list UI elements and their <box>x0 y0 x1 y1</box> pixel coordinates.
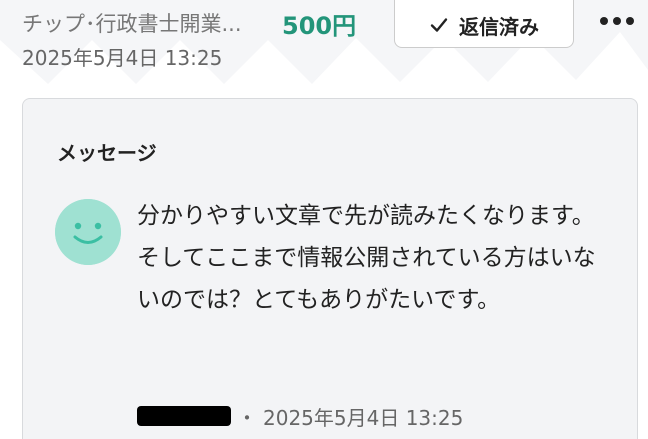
meta-separator: ・ <box>237 405 257 430</box>
message-paragraph: 分かりやすい文章で先が読みたくなります。 <box>137 203 595 229</box>
replied-label: 返信済み <box>459 14 539 39</box>
tip-date: 2025年5月4日 13:25 <box>22 46 223 70</box>
message-heading: メッセージ <box>57 141 157 165</box>
tip-message-view: チップ･行政書士開業... 500円 2025年5月4日 13:25 返信済み … <box>0 0 648 439</box>
tip-amount: 500円 <box>282 12 357 40</box>
tip-header: チップ･行政書士開業... 500円 2025年5月4日 13:25 返信済み <box>22 0 648 74</box>
message-meta: ・ 2025年5月4日 13:25 <box>137 402 463 430</box>
check-icon <box>430 18 448 32</box>
more-horizontal-icon <box>600 17 634 25</box>
message-card: メッセージ 分かりやすい文章で先が読みたくなります。 そしてここまで情報公開され… <box>22 98 638 439</box>
message-body: 分かりやすい文章で先が読みたくなります。 そしてここまで情報公開されている方はい… <box>137 195 607 321</box>
more-options-button[interactable] <box>595 6 639 36</box>
message-paragraph: そしてここまで情報公開されている方はいないのでは？とてもありがたいです。 <box>137 245 596 313</box>
redacted-sender-name <box>137 406 231 426</box>
tip-item-title[interactable]: チップ･行政書士開業... <box>22 8 242 38</box>
smiley-face-icon <box>55 199 121 265</box>
replied-button[interactable]: 返信済み <box>394 0 574 48</box>
message-timestamp: 2025年5月4日 13:25 <box>263 405 464 430</box>
